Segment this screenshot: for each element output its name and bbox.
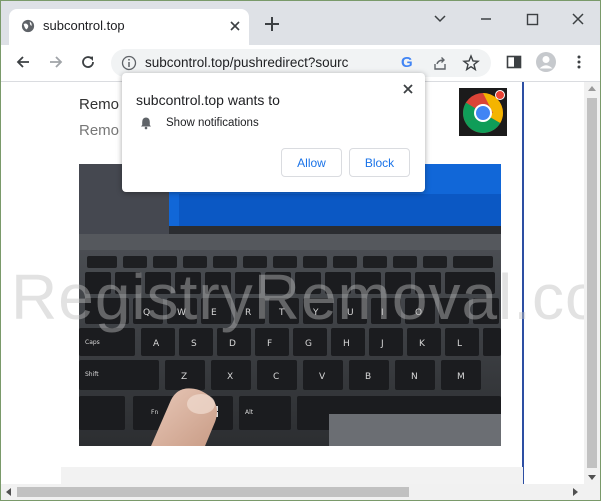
svg-text:L: L bbox=[457, 339, 462, 349]
svg-text:M: M bbox=[457, 372, 465, 382]
svg-text:J: J bbox=[380, 339, 384, 349]
svg-text:Shift: Shift bbox=[85, 371, 99, 378]
vertical-scrollbar[interactable] bbox=[584, 82, 600, 484]
forward-arrow-icon[interactable] bbox=[47, 53, 65, 71]
permission-label: Show notifications bbox=[166, 117, 259, 129]
block-button[interactable]: Block bbox=[349, 148, 410, 177]
scroll-down-arrow-icon[interactable] bbox=[588, 475, 596, 480]
svg-text:F: F bbox=[267, 339, 272, 349]
url-text[interactable]: subcontrol.top/pushredirect?sourc bbox=[145, 55, 348, 70]
share-icon[interactable] bbox=[432, 55, 448, 71]
svg-text:S: S bbox=[191, 339, 197, 349]
google-translate-icon[interactable]: G bbox=[401, 54, 413, 71]
title-bar: subcontrol.top bbox=[1, 1, 600, 45]
more-menu-icon[interactable] bbox=[570, 53, 588, 71]
chrome-logo-icon bbox=[459, 88, 507, 136]
scroll-up-arrow-icon[interactable] bbox=[588, 86, 596, 91]
horizontal-scrollbar-thumb[interactable] bbox=[17, 487, 409, 497]
close-icon[interactable] bbox=[401, 82, 415, 96]
info-icon[interactable] bbox=[121, 55, 137, 71]
tab-title: subcontrol.top bbox=[43, 18, 125, 33]
svg-text:X: X bbox=[227, 372, 233, 382]
page-footer bbox=[61, 467, 523, 484]
side-panel-icon[interactable] bbox=[505, 53, 523, 71]
notification-permission-popup: subcontrol.top wants to Show notificatio… bbox=[122, 73, 425, 192]
chevron-down-icon[interactable] bbox=[427, 9, 453, 29]
vertical-scrollbar-thumb[interactable] bbox=[587, 98, 597, 468]
svg-text:A: A bbox=[153, 339, 160, 349]
scroll-left-arrow-icon[interactable] bbox=[6, 488, 11, 496]
svg-text:B: B bbox=[365, 372, 371, 382]
svg-text:Alt: Alt bbox=[245, 409, 254, 416]
profile-icon[interactable] bbox=[535, 51, 557, 73]
horizontal-scrollbar[interactable] bbox=[1, 484, 600, 500]
plus-icon[interactable] bbox=[263, 15, 281, 33]
bell-icon bbox=[141, 117, 151, 130]
maximize-icon[interactable] bbox=[519, 9, 545, 29]
svg-text:Z: Z bbox=[181, 372, 187, 382]
star-icon[interactable] bbox=[462, 54, 480, 72]
svg-text:G: G bbox=[305, 339, 312, 349]
page-heading: Remo bbox=[79, 96, 120, 113]
svg-text:H: H bbox=[343, 339, 350, 349]
svg-text:Fn: Fn bbox=[151, 409, 158, 416]
svg-text:C: C bbox=[273, 372, 279, 382]
watermark-text: RegistryRemoval.com bbox=[11, 261, 584, 333]
page-subheading: Remo bbox=[79, 122, 120, 139]
svg-text:Caps: Caps bbox=[85, 339, 100, 346]
close-icon[interactable] bbox=[227, 18, 243, 34]
svg-text:V: V bbox=[319, 372, 326, 382]
svg-text:N: N bbox=[411, 372, 418, 382]
back-arrow-icon[interactable] bbox=[14, 53, 32, 71]
google-badge-text: G bbox=[401, 54, 413, 71]
browser-window: subcontrol.top subcontrol.top/pushredire… bbox=[0, 0, 601, 501]
popup-title: subcontrol.top wants to bbox=[136, 92, 280, 108]
globe-icon bbox=[21, 19, 35, 33]
scroll-right-arrow-icon[interactable] bbox=[573, 488, 578, 496]
close-window-icon[interactable] bbox=[565, 9, 591, 29]
reload-icon[interactable] bbox=[79, 53, 97, 71]
minimize-icon[interactable] bbox=[473, 9, 499, 29]
browser-tab[interactable]: subcontrol.top bbox=[9, 9, 249, 45]
svg-text:D: D bbox=[229, 339, 236, 349]
allow-button[interactable]: Allow bbox=[281, 148, 342, 177]
